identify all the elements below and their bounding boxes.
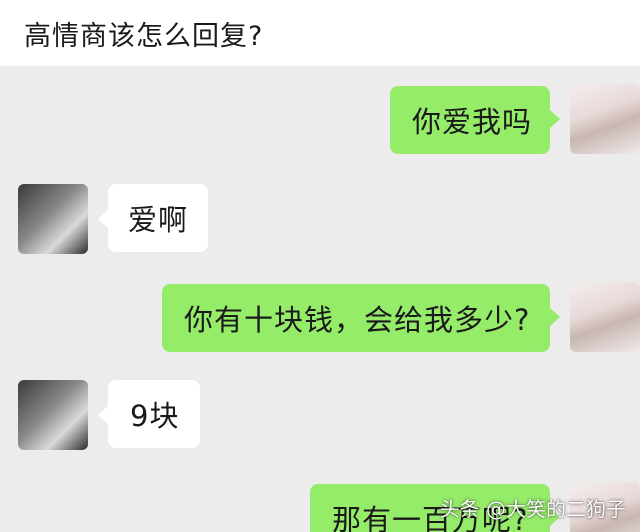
bubble-tail xyxy=(98,210,108,228)
avatar[interactable] xyxy=(18,184,88,254)
bubble-tail xyxy=(550,308,560,326)
message-bubble[interactable]: 9块 xyxy=(108,380,200,448)
message-bubble[interactable]: 你爱我吗 xyxy=(390,86,550,154)
avatar[interactable] xyxy=(570,282,640,352)
question-header: 高情商该怎么回复? xyxy=(0,0,640,66)
message-text: 爱啊 xyxy=(128,203,189,237)
bubble-tail xyxy=(550,110,560,128)
bubble-tail xyxy=(98,406,108,424)
message-text: 你爱我吗 xyxy=(412,105,533,139)
avatar[interactable] xyxy=(18,380,88,450)
message-bubble[interactable]: 你有十块钱，会给我多少? xyxy=(162,284,550,352)
avatar[interactable] xyxy=(570,84,640,154)
watermark: 头条 @大笑的二狗子 xyxy=(439,497,626,521)
chat-area[interactable]: 你爱我吗 爱啊 你有十块钱，会给我多少? 9块 那有一百万呢? xyxy=(0,66,640,532)
message-text: 9块 xyxy=(130,399,180,433)
page-title: 高情商该怎么回复? xyxy=(24,21,264,52)
message-text: 你有十块钱，会给我多少? xyxy=(184,303,531,337)
message-bubble[interactable]: 爱啊 xyxy=(108,184,208,252)
